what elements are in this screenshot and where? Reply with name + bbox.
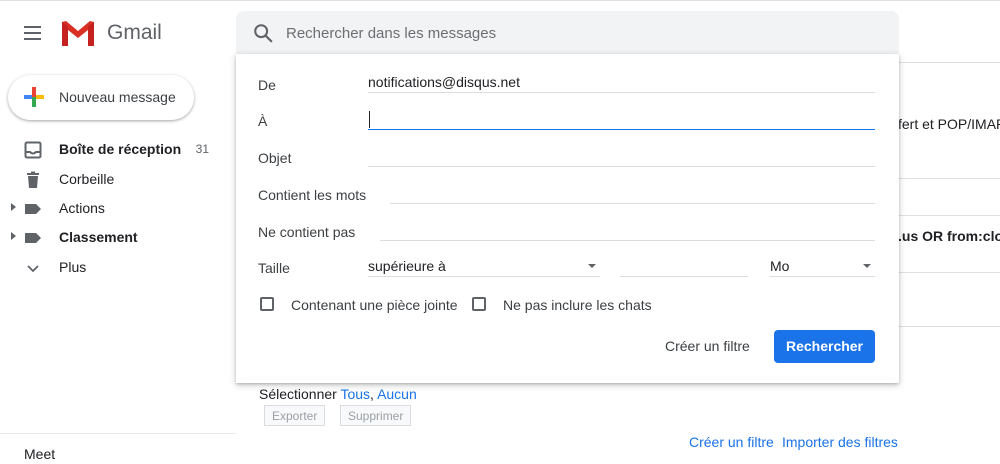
from-field[interactable]: notifications@disqus.net [368,71,875,93]
main-menu-button[interactable] [17,18,47,48]
label-icon [25,233,41,243]
sidebar-item-label: Plus [59,259,87,275]
size-operator-select[interactable]: supérieure à [368,255,600,277]
gmail-brand[interactable]: Gmail [107,21,162,45]
select-all-link[interactable]: Tous [340,386,370,402]
divider [898,326,1000,327]
from-label: De [258,77,276,93]
meet-section-title: Meet [24,446,56,462]
exclude-chats-label[interactable]: Ne pas inclure les chats [503,297,652,313]
create-filter-link[interactable]: Créer un filtre [689,434,774,450]
size-value-field[interactable] [620,255,748,277]
gmail-logo-icon [62,21,94,46]
has-attachment-checkbox[interactable] [260,297,274,311]
divider [898,272,1000,273]
import-filters-link[interactable]: Importer des filtres [782,434,898,450]
sidebar-item-actions[interactable]: Actions [0,194,225,222]
search-input[interactable] [286,20,846,46]
export-button[interactable]: Exporter [264,405,326,426]
doesnt-have-label: Ne contient pas [258,224,356,240]
size-label: Taille [258,260,290,276]
settings-tab-label[interactable]: fert et POP/IMAP [898,116,1000,132]
create-filter-button[interactable]: Créer un filtre [665,338,750,354]
plus-icon [24,87,44,107]
sidebar-item-inbox[interactable]: Boîte de réception 31 [0,135,225,163]
size-unit-value: Mo [770,258,790,274]
chevron-down-icon [27,265,39,273]
has-attachment-label[interactable]: Contenant une pièce jointe [291,297,458,313]
search-button[interactable]: Rechercher [774,330,875,363]
exclude-chats-checkbox[interactable] [472,297,486,311]
sidebar-item-classement[interactable]: Classement [0,223,225,251]
select-prefix: Sélectionner [259,386,337,402]
doesnt-have-field[interactable] [380,219,875,241]
label-icon [25,204,41,214]
compose-button[interactable]: Nouveau message [8,75,194,120]
to-field[interactable] [368,108,875,130]
select-none-link[interactable]: Aucun [377,386,417,402]
sidebar-item-label: Corbeille [59,171,115,187]
size-unit-select[interactable]: Mo [770,255,875,277]
divider [898,215,1000,216]
divider [898,62,1000,63]
select-controls: Sélectionner Tous, Aucun [259,386,417,402]
filter-criteria: .us OR from:clou [898,228,1000,244]
compose-label: Nouveau message [59,89,176,105]
delete-button[interactable]: Supprimer [340,405,412,426]
unread-count: 31 [195,142,209,156]
dropdown-arrow-icon [863,264,871,268]
to-label: À [258,113,268,129]
sidebar-item-more[interactable]: Plus [0,253,225,281]
expand-arrow-icon[interactable] [11,232,16,240]
divider [898,178,1000,179]
sidebar-item-label: Classement [59,229,138,245]
sidebar-item-label: Boîte de réception [59,141,182,157]
has-words-field[interactable] [390,182,875,204]
advanced-search-dialog: De notifications@disqus.net À Objet Cont… [236,54,899,383]
expand-arrow-icon[interactable] [11,203,16,211]
has-words-label: Contient les mots [258,187,367,203]
dropdown-arrow-icon [588,264,596,268]
text-cursor [369,111,370,128]
subject-label: Objet [258,150,292,166]
hamburger-icon [24,26,41,28]
divider [0,433,236,434]
subject-field[interactable] [368,145,875,167]
size-operator-value: supérieure à [368,258,446,274]
sidebar-item-label: Actions [59,200,105,216]
trash-icon [27,171,39,188]
search-bar[interactable] [236,11,899,55]
sidebar-item-trash[interactable]: Corbeille [0,165,225,193]
search-icon[interactable] [252,22,274,44]
inbox-icon [24,141,42,159]
